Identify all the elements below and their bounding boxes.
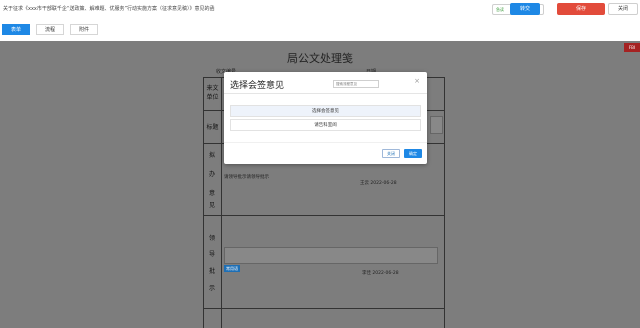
transfer-button[interactable]: 转交 <box>510 3 540 15</box>
dialog-ok-button[interactable]: 确定 <box>404 149 422 158</box>
unit-label: 来文单位 <box>206 85 219 101</box>
close-button[interactable]: 关闭 <box>608 3 638 15</box>
close-icon[interactable]: × <box>414 77 420 85</box>
opinion-char-2: 办 <box>208 171 215 178</box>
table-border-right <box>444 77 445 328</box>
divider <box>224 93 427 94</box>
tab-form[interactable]: 表单 <box>2 24 30 35</box>
opinion-option[interactable]: 请告科室阅 <box>230 119 421 131</box>
top-toolbar: 关于征求《xxx市干部联千企“送政策、解难题、优服务”行动实施方案（征求意见稿）… <box>0 0 640 20</box>
dialog-title: 选择会签意见 <box>230 81 285 91</box>
subject-label: 标题 <box>206 124 219 131</box>
leader-char-4: 示 <box>208 285 215 292</box>
tab-flow[interactable]: 流程 <box>36 24 64 35</box>
common-phrases-tag[interactable]: 常用语 <box>224 265 240 272</box>
tab-attachment[interactable]: 附件 <box>70 24 98 35</box>
opinion-search-input[interactable] <box>333 80 379 88</box>
divider <box>224 142 427 143</box>
opinion-signer: 王云 2022-06-28 <box>360 181 397 186</box>
document-title: 关于征求《xxx市干部联千企“送政策、解难题、优服务”行动实施方案（征求意见稿）… <box>3 6 215 12</box>
dialog-cancel-button[interactable]: 关闭 <box>382 149 400 158</box>
leader-comment-input[interactable] <box>224 247 438 264</box>
row-divider <box>203 215 445 216</box>
opinion-char-4: 见 <box>208 202 215 209</box>
row-divider <box>203 308 445 309</box>
opinion-char-1: 拟 <box>208 152 215 159</box>
table-column-divider <box>221 77 222 328</box>
leader-signer: 李佳 2022-06-28 <box>362 271 399 276</box>
form-title: 局公文处理笺 <box>287 52 353 65</box>
subject-spinner[interactable] <box>430 116 443 134</box>
save-button[interactable]: 保存 <box>557 3 605 15</box>
table-border-left <box>203 77 204 328</box>
select-opinion-dialog: 选择会签意见 × 选择会签意见 请告科室阅 关闭 确定 <box>224 72 427 164</box>
opinion-text: 请领导批示请领导批示 <box>224 175 269 180</box>
opinion-option[interactable]: 选择会签意见 <box>230 105 421 117</box>
urgency-value: 急读 <box>496 7 504 12</box>
